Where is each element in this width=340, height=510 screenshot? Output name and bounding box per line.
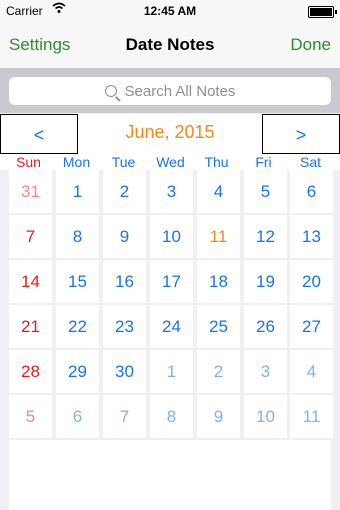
page-title: Date Notes — [125, 35, 215, 54]
calendar-day-cell[interactable]: 19 — [244, 260, 287, 303]
calendar-day-cell[interactable]: 5 — [244, 170, 287, 213]
next-month-button[interactable]: > — [262, 114, 340, 154]
calendar-day-cell[interactable]: 11 — [290, 395, 333, 438]
calendar-day-cell[interactable]: 10 — [244, 395, 287, 438]
notes-area — [9, 440, 331, 510]
calendar-day-cell[interactable]: 27 — [290, 305, 333, 348]
calendar-day-cell[interactable]: 25 — [197, 305, 240, 348]
calendar-day-cell[interactable]: 24 — [150, 305, 193, 348]
search-icon — [104, 85, 117, 97]
weekday-label: Sat — [299, 154, 321, 170]
calendar-day-cell[interactable]: 12 — [244, 215, 287, 258]
month-title: June, 2015 — [125, 122, 215, 142]
calendar-day-cell[interactable]: 13 — [290, 215, 333, 258]
calendar-day-cell[interactable]: 11 — [197, 215, 240, 258]
calendar-day-cell[interactable]: 3 — [150, 170, 193, 213]
calendar-day-cell[interactable]: 29 — [56, 350, 99, 393]
calendar-day-cell[interactable]: 7 — [103, 395, 146, 438]
calendar-day-cell[interactable]: 6 — [56, 395, 99, 438]
calendar-day-cell[interactable]: 26 — [244, 305, 287, 348]
weekday-header: Sun Mon Tue Wed Thu Fri Sat — [0, 154, 340, 170]
calendar-day-cell[interactable]: 20 — [290, 260, 333, 303]
calendar-day-cell[interactable]: 5 — [9, 395, 52, 438]
weekday-label: Sun — [16, 154, 41, 170]
calendar-day-cell[interactable]: 10 — [150, 215, 193, 258]
calendar-day-cell[interactable]: 18 — [197, 260, 240, 303]
search-placeholder: Search All Notes — [124, 83, 236, 100]
calendar-day-cell[interactable]: 2 — [103, 170, 146, 213]
weekday-label: Thu — [204, 154, 229, 170]
calendar-day-cell[interactable]: 31 — [9, 170, 52, 213]
month-header: < June, 2015 > — [0, 114, 340, 154]
calendar-day-cell[interactable]: 1 — [56, 170, 99, 213]
done-button[interactable]: Done — [290, 35, 331, 55]
weekday-label: Mon — [62, 154, 91, 170]
calendar-day-cell[interactable]: 21 — [9, 305, 52, 348]
calendar-day-cell[interactable]: 22 — [56, 305, 99, 348]
calendar-day-cell[interactable]: 4 — [290, 350, 333, 393]
search-input[interactable]: Search All Notes — [9, 77, 331, 105]
weekday-label: Tue — [111, 154, 136, 170]
calendar-day-cell[interactable]: 4 — [197, 170, 240, 213]
battery-icon — [308, 6, 337, 18]
clock: 12:45 AM — [143, 4, 197, 18]
status-bar: Carrier 12:45 AM — [0, 0, 340, 22]
search-bar: Search All Notes — [0, 69, 340, 113]
calendar-day-cell[interactable]: 28 — [9, 350, 52, 393]
previous-month-button[interactable]: < — [0, 114, 78, 154]
calendar-day-cell[interactable]: 9 — [197, 395, 240, 438]
calendar-day-cell[interactable]: 15 — [56, 260, 99, 303]
weekday-label: Fri — [255, 154, 272, 170]
calendar-day-cell[interactable]: 30 — [103, 350, 146, 393]
calendar-day-cell[interactable]: 7 — [9, 215, 52, 258]
calendar-day-cell[interactable]: 1 — [150, 350, 193, 393]
calendar-day-cell[interactable]: 6 — [290, 170, 333, 213]
calendar-day-cell[interactable]: 17 — [150, 260, 193, 303]
calendar-day-cell[interactable]: 14 — [9, 260, 52, 303]
weekday-label: Wed — [156, 154, 185, 170]
calendar-day-cell[interactable]: 3 — [244, 350, 287, 393]
calendar-day-cell[interactable]: 9 — [103, 215, 146, 258]
calendar-day-cell[interactable]: 8 — [56, 215, 99, 258]
calendar-day-cell[interactable]: 23 — [103, 305, 146, 348]
navigation-bar: Settings Date Notes Done — [0, 22, 340, 69]
calendar-day-cell[interactable]: 8 — [150, 395, 193, 438]
calendar-day-cell[interactable]: 16 — [103, 260, 146, 303]
calendar-day-cell[interactable]: 2 — [197, 350, 240, 393]
